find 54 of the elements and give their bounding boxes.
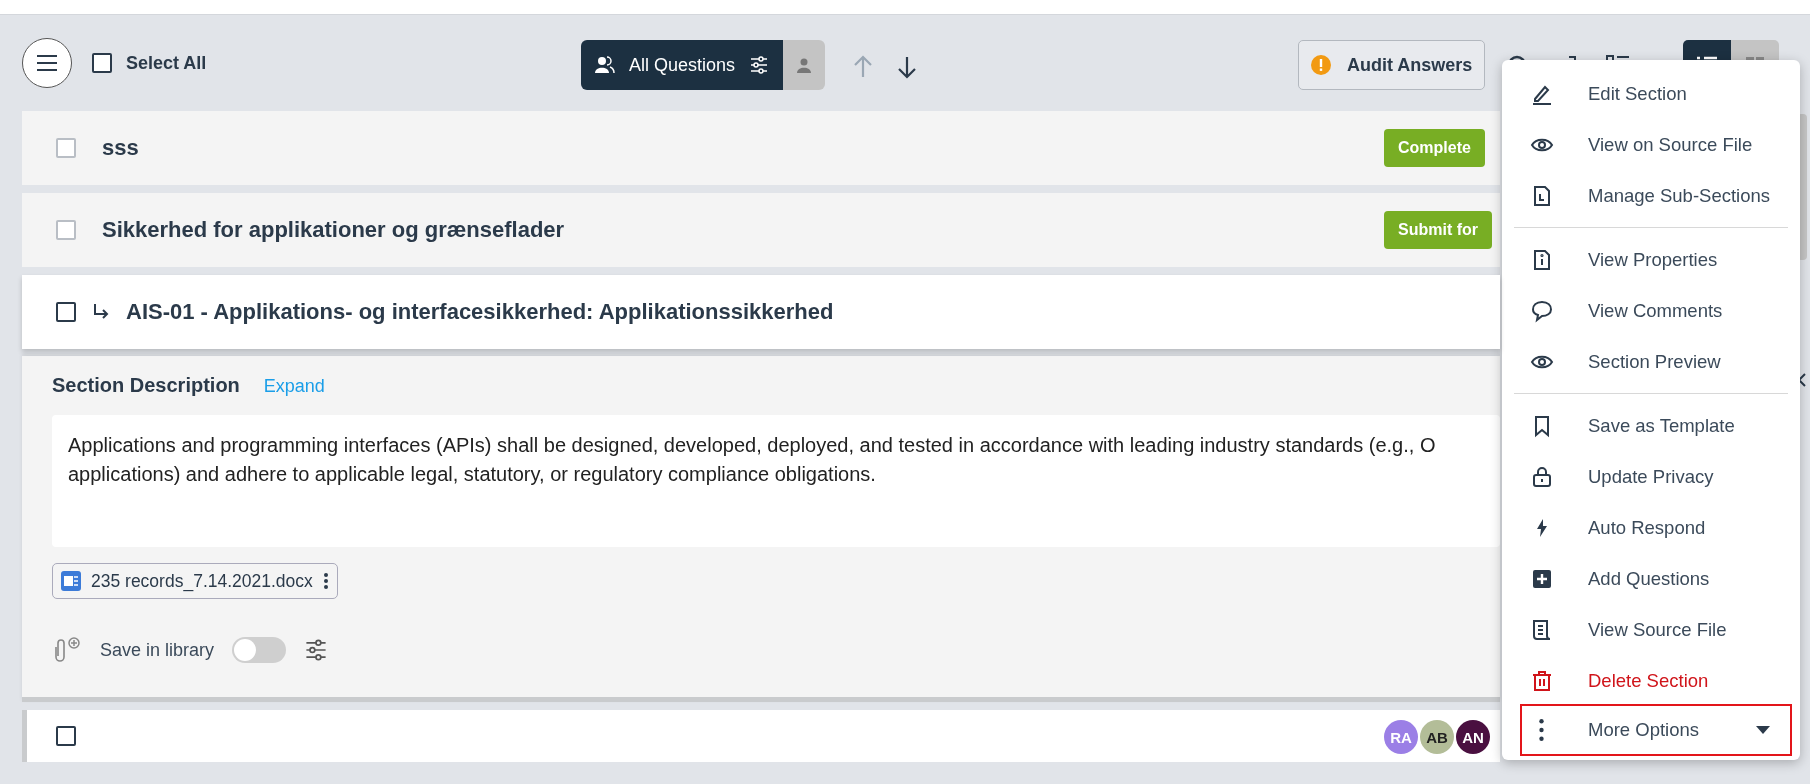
menu-item[interactable]: View Source File: [1502, 604, 1790, 655]
description-text: applications) and adhere to applicable legal, statutory, or regulatory compliance obligations.: [68, 462, 876, 487]
lock-icon: [1530, 464, 1554, 489]
section-title: sss: [102, 135, 139, 161]
menu-item[interactable]: Auto Respond: [1502, 502, 1790, 553]
save-in-library-label: Save in library: [100, 639, 215, 661]
caret-icon: [1756, 726, 1770, 734]
assignee-avatar[interactable]: AB: [1420, 720, 1454, 754]
question-row[interactable]: RA AB AN: [22, 710, 1500, 762]
menu-icon: [36, 54, 58, 72]
attachment-chip[interactable]: 235 records_7.14.2021.docx: [52, 563, 338, 599]
menu-item[interactable]: Save as Template: [1502, 400, 1790, 451]
description-heading: Section Description: [52, 374, 240, 397]
section-row[interactable]: Sikkerhed for applikationer og grænseflader Submit for: [22, 193, 1500, 267]
sliders-icon[interactable]: [304, 638, 329, 662]
menu-item[interactable]: Delete Section: [1502, 655, 1790, 706]
menu-item[interactable]: View Properties: [1502, 234, 1790, 285]
more-icon: [1539, 719, 1544, 741]
menu-item[interactable]: View on Source File: [1502, 119, 1790, 170]
menu-button[interactable]: [22, 38, 72, 88]
save-in-library-toggle[interactable]: [232, 637, 287, 663]
user-filter-button[interactable]: [783, 40, 826, 90]
users-icon: [595, 55, 615, 75]
attach-add-icon[interactable]: [52, 637, 82, 663]
arrow-down-icon[interactable]: [896, 55, 918, 79]
menu-item[interactable]: Section Preview: [1502, 336, 1790, 387]
description-text: Applications and programming interfaces (APIs) shall be designed, developed, deployed, and tested in accordance with leading industry standards (e.g., O: [68, 433, 1436, 458]
section-title: AIS-01 - Applikations- og interfacesikkerhed: Applikationssikkerhed: [126, 299, 834, 325]
menu-item[interactable]: Manage Sub-Sections: [1502, 170, 1790, 221]
sub-arrow-icon: [92, 303, 110, 321]
assignee-avatar[interactable]: AN: [1456, 720, 1490, 754]
menu-item[interactable]: Edit Section: [1502, 68, 1790, 119]
menu-item[interactable]: View Comments: [1502, 285, 1790, 336]
sliders-icon: [749, 55, 770, 75]
more-icon[interactable]: [322, 572, 329, 590]
section-row[interactable]: sss Complete: [22, 111, 1500, 185]
word-file-icon: [61, 571, 81, 591]
question-checkbox[interactable]: [56, 726, 76, 746]
section-checkbox[interactable]: [56, 302, 76, 322]
all-questions-filter[interactable]: All Questions: [581, 40, 784, 90]
select-all-checkbox[interactable]: [92, 53, 112, 73]
menu-item[interactable]: Update Privacy: [1502, 451, 1790, 502]
select-all-label: Select All: [126, 52, 207, 74]
audit-answers-button[interactable]: Audit Answers: [1298, 40, 1486, 90]
warning-icon: [1311, 55, 1331, 75]
trash-icon: [1530, 668, 1554, 693]
section-row[interactable]: AIS-01 - Applikations- og interfacesikkerhed: Applikationssikkerhed: [22, 275, 1500, 349]
menu-item[interactable]: More Options: [1522, 706, 1790, 754]
section-title: Sikkerhed for applikationer og grænseflader: [102, 217, 565, 243]
section-checkbox[interactable]: [56, 138, 76, 158]
section-checkbox[interactable]: [56, 220, 76, 240]
speech-bubble-icon: [1530, 298, 1554, 323]
menu-item[interactable]: Add Questions: [1502, 553, 1790, 604]
user-icon: [796, 57, 813, 73]
